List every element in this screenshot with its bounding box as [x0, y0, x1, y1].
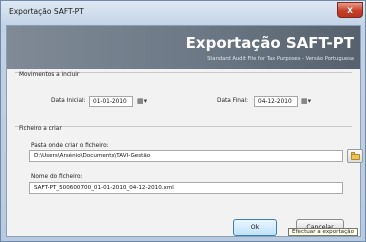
title-bar[interactable]: Exportação SAFT-PT x [1, 1, 365, 25]
filename-input[interactable]: SAFT-PT_500600700_01-01-2010_04-12-2010.… [29, 182, 343, 194]
file-group: Ficheiro a criar [15, 126, 352, 132]
movements-group-label: Movimentos a incluir [19, 72, 80, 78]
export-dialog: Exportação SAFT-PT x Exportação SAFT-PT … [0, 0, 366, 242]
header-banner: Exportação SAFT-PT Standard Audit File f… [7, 26, 360, 69]
window-title: Exportação SAFT-PT [9, 7, 84, 16]
start-calendar-icon[interactable]: ▦▾ [137, 96, 153, 107]
start-date-label: Data Inicial: [51, 98, 86, 104]
folder-path-input[interactable]: D:\Users\Arsénio\Documents\TAVI-Gestão [29, 150, 343, 162]
end-calendar-icon[interactable]: ▦▾ [301, 96, 317, 107]
folder-label: Pasta onde criar o ficheiro: [31, 143, 109, 149]
close-icon: x [347, 4, 353, 16]
banner-subtitle: Standard Audit File for Tax Purposes - V… [207, 56, 354, 62]
folder-icon [351, 154, 360, 160]
movements-group: Movimentos a incluir [15, 72, 352, 78]
banner-title: Exportação SAFT-PT [185, 34, 354, 52]
end-date-field[interactable]: 04-12-2010 [254, 96, 298, 107]
close-button[interactable]: x [337, 2, 363, 18]
start-date-field[interactable]: 01-01-2010 [89, 96, 133, 107]
end-date-label: Data Final: [217, 98, 248, 104]
ok-tooltip: Efectuar a exportação [288, 228, 358, 236]
file-group-label: Ficheiro a criar [19, 126, 62, 132]
dialog-body: Exportação SAFT-PT Standard Audit File f… [6, 25, 363, 237]
ok-button[interactable]: Ok [233, 219, 277, 236]
filename-label: Nome do ficheiro: [31, 174, 83, 180]
browse-folder-button[interactable] [347, 149, 363, 163]
